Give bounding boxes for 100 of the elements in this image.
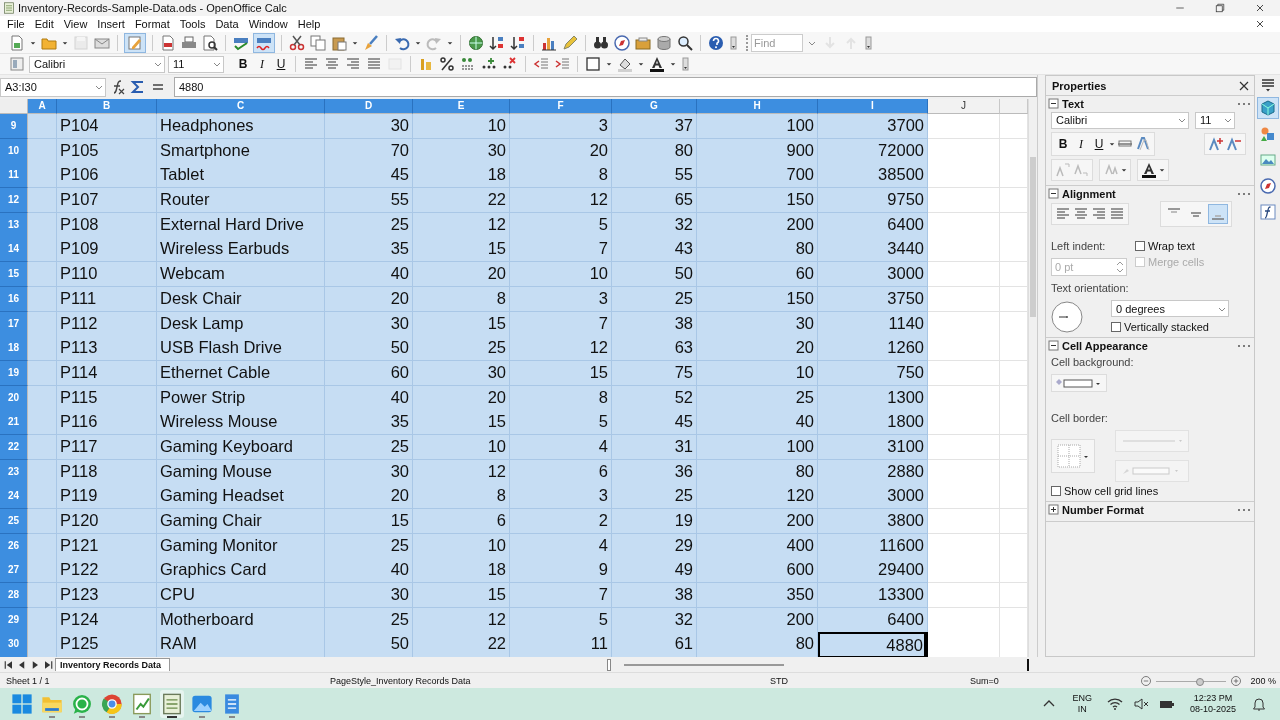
split-handle[interactable]	[607, 658, 611, 671]
zoom-in-icon[interactable]	[1230, 674, 1243, 687]
new-document-icon[interactable]	[9, 34, 25, 51]
menu-item[interactable]: Tools	[174, 18, 211, 30]
clipboard-icon[interactable]	[331, 34, 347, 51]
section-title[interactable]: Cell Appearance	[1062, 339, 1148, 352]
align-center-icon[interactable]	[1073, 206, 1089, 222]
menu-item[interactable]: Format	[129, 18, 175, 30]
checkbox[interactable]	[1051, 486, 1061, 496]
printer-icon[interactable]	[181, 34, 197, 51]
page-magnifier-icon[interactable]	[202, 34, 218, 51]
decrease-font-icon[interactable]	[1226, 136, 1242, 152]
first-sheet-icon[interactable]	[3, 658, 15, 671]
collapse-icon[interactable]	[1047, 97, 1060, 110]
collapse-icon[interactable]	[1047, 187, 1060, 200]
slider-thumb[interactable]	[1195, 677, 1204, 686]
globe-icon[interactable]	[468, 34, 484, 51]
speaker-muted-icon[interactable]	[1132, 696, 1149, 712]
menu-item[interactable]: Help	[292, 18, 326, 30]
scissors-icon[interactable]	[289, 34, 305, 51]
currency-icon[interactable]	[418, 56, 434, 72]
pdf-icon[interactable]	[160, 34, 176, 51]
font-name-field[interactable]: Calibri	[1051, 111, 1189, 129]
section-title[interactable]: Alignment	[1062, 187, 1116, 200]
sheet-tab[interactable]: Inventory Records Data	[55, 658, 171, 671]
menu-item[interactable]: Window	[243, 18, 293, 30]
align-left-icon[interactable]	[1055, 206, 1071, 222]
background-color-icon[interactable]	[617, 56, 633, 72]
close-icon[interactable]	[1254, 18, 1266, 30]
font-name-field[interactable]: Calibri	[29, 55, 165, 73]
align-left-icon[interactable]	[303, 56, 319, 72]
split-handle[interactable]	[1027, 658, 1029, 671]
notification-icon[interactable]	[1251, 696, 1267, 712]
column-header[interactable]: J	[928, 99, 1000, 114]
menu-item[interactable]: Data	[210, 18, 244, 30]
bold-button[interactable]: B	[235, 55, 251, 73]
checkbox[interactable]	[1135, 241, 1145, 251]
increase-font-icon[interactable]	[1208, 136, 1224, 152]
brush-icon[interactable]	[363, 34, 379, 51]
formula-input[interactable]: 4880	[174, 77, 1037, 97]
sum-icon[interactable]	[130, 79, 146, 95]
font-size-field[interactable]: 11	[1195, 111, 1235, 129]
menu-item[interactable]: File	[2, 18, 30, 30]
wifi-icon[interactable]	[1106, 696, 1123, 712]
section-title[interactable]: Text	[1062, 97, 1084, 110]
decrease-indent-icon[interactable]	[533, 56, 549, 72]
compass-icon[interactable]	[614, 34, 630, 51]
toolbar-grip-icon[interactable]	[681, 56, 691, 72]
restore-icon[interactable]	[1214, 2, 1226, 14]
collapse-icon[interactable]	[1047, 339, 1060, 352]
align-right-icon[interactable]	[1091, 206, 1107, 222]
font-size-field[interactable]: 11	[168, 55, 224, 73]
sidebar-icon[interactable]	[9, 56, 25, 72]
italic-button[interactable]: I	[1073, 135, 1089, 153]
menu-item[interactable]: Edit	[29, 18, 59, 30]
section-title[interactable]: Number Format	[1062, 503, 1144, 516]
background-color-dropdown-icon[interactable]	[1055, 377, 1103, 389]
underline-button[interactable]: U	[273, 55, 289, 73]
close-icon[interactable]	[1254, 2, 1266, 14]
scrollbar-thumb[interactable]	[624, 664, 784, 666]
pen-icon[interactable]	[562, 34, 578, 51]
copy-icon[interactable]	[310, 34, 326, 51]
percent-icon[interactable]	[439, 56, 455, 72]
sort-descending-icon[interactable]	[510, 34, 526, 51]
menu-icon[interactable]	[1259, 77, 1276, 93]
clock-date[interactable]: 08-10-2025	[1189, 704, 1236, 715]
menu-item[interactable]: View	[58, 18, 93, 30]
last-sheet-icon[interactable]	[42, 658, 54, 671]
clock-time[interactable]: 12:23 PM	[1193, 693, 1233, 704]
borders-icon[interactable]	[585, 56, 601, 72]
language-indicator[interactable]: ENG	[1072, 693, 1092, 704]
help-icon[interactable]	[708, 34, 724, 51]
zoom-icon[interactable]	[677, 34, 693, 51]
rotation-dial-icon[interactable]	[1051, 300, 1083, 333]
justify-icon[interactable]	[366, 56, 382, 72]
name-box[interactable]: A3:I30	[0, 77, 106, 97]
vertical-scrollbar[interactable]	[1028, 99, 1037, 658]
sort-ascending-icon[interactable]	[489, 34, 505, 51]
bold-button[interactable]: B	[1055, 135, 1071, 153]
scrollbar-thumb[interactable]	[1030, 157, 1036, 317]
toolbar-grip-icon[interactable]	[729, 34, 739, 51]
underline-button[interactable]: U	[1091, 135, 1107, 153]
increase-indent-icon[interactable]	[554, 56, 570, 72]
shadow-icon[interactable]	[1135, 136, 1151, 152]
find-field[interactable]: Find	[751, 33, 803, 52]
justify-icon[interactable]	[1109, 206, 1125, 222]
font-color-icon[interactable]	[1141, 162, 1157, 178]
zoom-level[interactable]: 200 %	[1250, 675, 1276, 686]
font-color-icon[interactable]	[649, 56, 665, 72]
checkbox[interactable]	[1111, 322, 1121, 332]
binoculars-icon[interactable]	[593, 34, 609, 51]
italic-button[interactable]: I	[254, 55, 270, 73]
menu-item[interactable]: Insert	[92, 18, 130, 30]
zoom-out-icon[interactable]	[1140, 674, 1153, 687]
align-center-icon[interactable]	[324, 56, 340, 72]
toolbar-grip-icon[interactable]	[864, 34, 874, 51]
expand-icon[interactable]	[1047, 503, 1060, 516]
align-right-icon[interactable]	[345, 56, 361, 72]
orientation-field[interactable]: 0 degrees	[1111, 300, 1229, 317]
number-format-icon[interactable]	[460, 56, 476, 72]
